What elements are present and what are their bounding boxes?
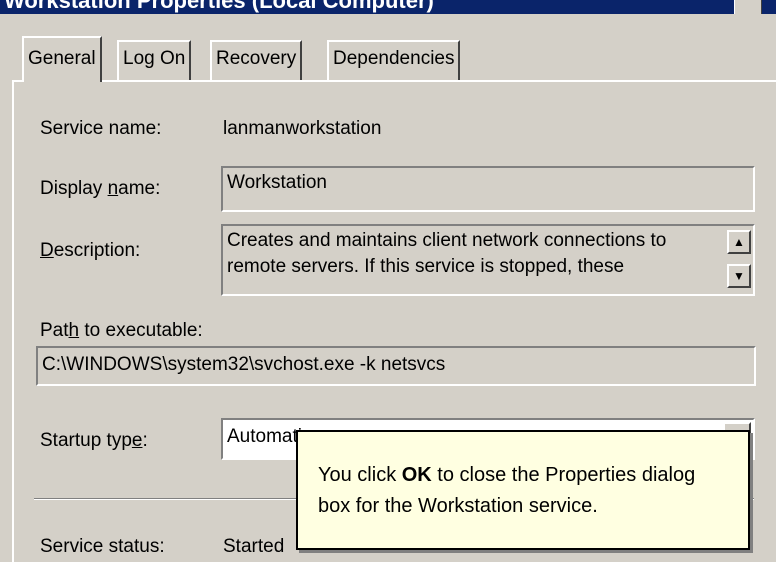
service-name-value: lanmanworkstation (223, 118, 382, 139)
help-button[interactable] (734, 0, 762, 14)
description-label: Description: (40, 240, 141, 261)
service-name-label: Service name: (40, 118, 162, 139)
arrow-up-icon: ▲ (733, 235, 745, 249)
path-field[interactable]: C:\WINDOWS\system32\svchost.exe -k netsv… (36, 346, 756, 386)
path-label: Path to executable: (40, 320, 203, 341)
tab-general[interactable]: General (22, 36, 102, 82)
scroll-up-button[interactable]: ▲ (727, 230, 751, 254)
display-name-label: Display name: (40, 178, 161, 199)
display-name-field[interactable]: Workstation (221, 166, 755, 212)
tab-recovery[interactable]: Recovery (210, 40, 303, 80)
description-text: Creates and maintains client network con… (227, 230, 667, 277)
tab-dependencies[interactable]: Dependencies (327, 40, 461, 80)
service-status-value: Started (223, 536, 285, 557)
window-title: Workstation Properties (Local Computer) (4, 0, 434, 13)
scroll-down-button[interactable]: ▼ (727, 264, 751, 288)
tab-log-on[interactable]: Log On (117, 40, 192, 80)
startup-type-label: Startup type: (40, 430, 148, 451)
title-bar: Workstation Properties (Local Computer) (0, 0, 776, 14)
service-status-label: Service status: (40, 536, 165, 557)
instruction-callout: You click OK to close the Properties dia… (296, 430, 750, 550)
description-field[interactable]: Creates and maintains client network con… (221, 224, 755, 296)
arrow-down-icon: ▼ (733, 269, 745, 283)
